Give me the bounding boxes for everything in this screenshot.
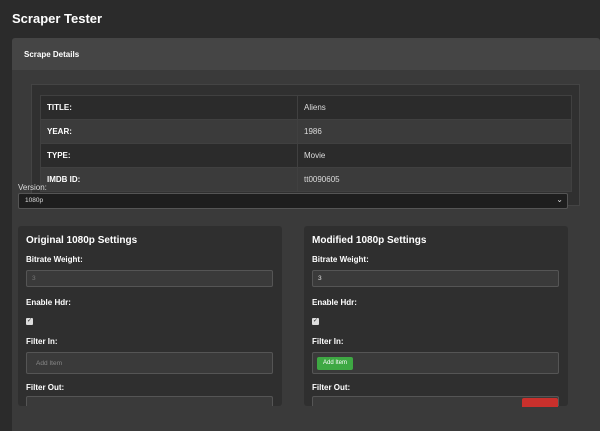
- modified-settings-panel: Modified 1080p Settings Bitrate Weight: …: [304, 226, 568, 407]
- table-row: IMDB ID: tt0090605: [40, 167, 572, 192]
- chevron-down-icon: ⌄: [556, 195, 563, 204]
- filter-out-list: [312, 396, 559, 407]
- version-label: Version:: [18, 183, 47, 192]
- bitrate-weight-input[interactable]: 3: [26, 270, 273, 287]
- bitrate-weight-label: Bitrate Weight:: [312, 255, 369, 264]
- detail-value: Aliens: [297, 95, 572, 120]
- filter-in-list: Add Item: [312, 352, 559, 374]
- bitrate-weight-label: Bitrate Weight:: [26, 255, 83, 264]
- card-header: Scrape Details: [12, 38, 600, 70]
- remove-item-button[interactable]: [522, 398, 558, 407]
- table-row: TITLE: Aliens: [40, 95, 572, 120]
- detail-value: Movie: [297, 143, 572, 168]
- filter-in-label: Filter In:: [26, 337, 58, 346]
- enable-hdr-checkbox[interactable]: ✓: [312, 318, 319, 325]
- filter-out-list: [26, 396, 273, 406]
- filter-in-list: Add Item: [26, 352, 273, 374]
- filter-in-placeholder[interactable]: Add Item: [36, 360, 62, 367]
- panel-title: Original 1080p Settings: [26, 235, 138, 246]
- bitrate-weight-input[interactable]: 3: [312, 270, 559, 287]
- enable-hdr-label: Enable Hdr:: [312, 298, 357, 307]
- filter-out-label: Filter Out:: [26, 383, 65, 392]
- detail-label: YEAR:: [40, 119, 298, 144]
- detail-value: 1986: [297, 119, 572, 144]
- detail-value: tt0090605: [297, 167, 572, 192]
- table-row: YEAR: 1986: [40, 119, 572, 144]
- enable-hdr-checkbox[interactable]: ✓: [26, 318, 33, 325]
- details-table: TITLE: Aliens YEAR: 1986 TYPE: Movie IMD…: [40, 95, 572, 192]
- add-item-button[interactable]: Add Item: [317, 357, 353, 370]
- page-title: Scraper Tester: [12, 11, 103, 26]
- filter-out-label: Filter Out:: [312, 383, 351, 392]
- detail-label: TITLE:: [40, 95, 298, 120]
- detail-label: IMDB ID:: [40, 167, 298, 192]
- panel-title: Modified 1080p Settings: [312, 235, 427, 246]
- detail-label: TYPE:: [40, 143, 298, 168]
- original-settings-panel: Original 1080p Settings Bitrate Weight: …: [18, 226, 282, 406]
- details-box: TITLE: Aliens YEAR: 1986 TYPE: Movie IMD…: [31, 84, 580, 206]
- enable-hdr-label: Enable Hdr:: [26, 298, 71, 307]
- version-select[interactable]: 1080p ⌄: [18, 193, 568, 209]
- table-row: TYPE: Movie: [40, 143, 572, 168]
- version-selected-value: 1080p: [25, 197, 44, 204]
- filter-in-label: Filter In:: [312, 337, 344, 346]
